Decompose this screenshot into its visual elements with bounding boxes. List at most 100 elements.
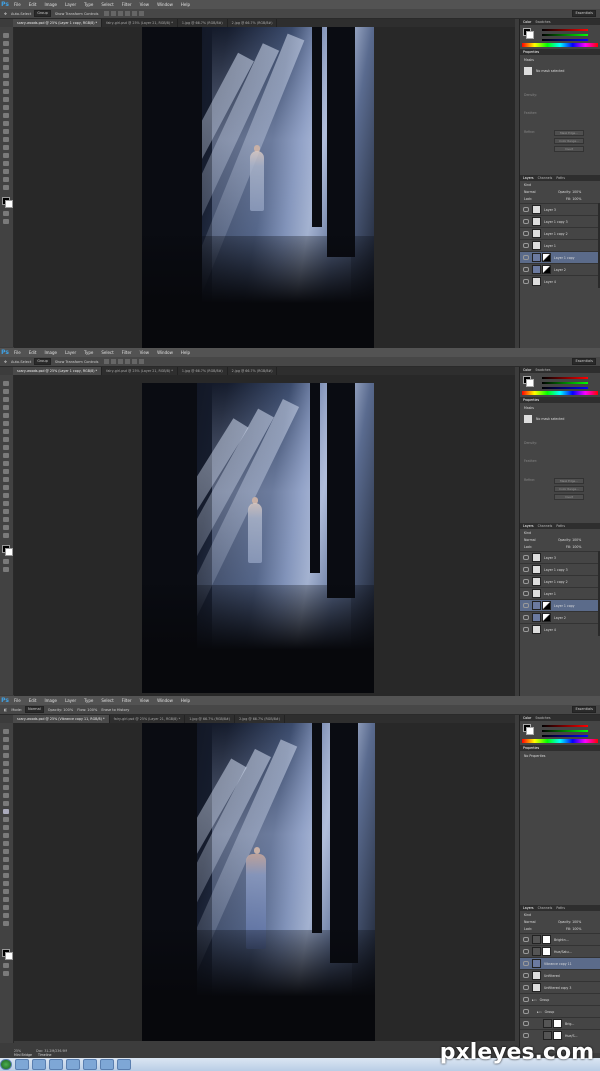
- tab-2-jpg[interactable]: 2.jpg @ 66.7% (RGB/8#): [228, 367, 278, 375]
- color-range-button[interactable]: Color Range...: [554, 486, 584, 492]
- eye-icon[interactable]: [523, 279, 529, 284]
- tab-2-jpg[interactable]: 2.jpg @ 66.7% (RGB/8#): [235, 715, 285, 723]
- canvas-area[interactable]: [14, 27, 515, 348]
- layer-row[interactable]: Layer 1: [520, 239, 600, 251]
- transform-controls-checkbox[interactable]: Show Transform Controls: [55, 12, 99, 16]
- menu-view[interactable]: View: [136, 0, 154, 9]
- eye-icon[interactable]: [523, 591, 529, 596]
- layer-row[interactable]: Brightn...: [520, 933, 600, 945]
- menu-select[interactable]: Select: [97, 0, 117, 9]
- menu-help[interactable]: Help: [177, 348, 194, 357]
- lasso-tool-icon[interactable]: [3, 49, 9, 54]
- layer-row-selected[interactable]: Layer 1 copy: [520, 599, 600, 611]
- transform-controls-checkbox[interactable]: Show Transform Controls: [55, 360, 99, 364]
- healing-tool-icon[interactable]: [3, 81, 9, 86]
- pen-tool-icon[interactable]: [3, 145, 9, 150]
- eye-icon[interactable]: [523, 555, 529, 560]
- layer-row[interactable]: Layer 2: [520, 611, 600, 623]
- marquee-tool-icon[interactable]: [3, 389, 9, 394]
- flow-field[interactable]: Flow: 100%: [77, 708, 97, 712]
- menu-layer[interactable]: Layer: [61, 696, 80, 705]
- layer-row[interactable]: Layer 1 copy 3: [520, 215, 600, 227]
- dodge-tool-icon[interactable]: [3, 833, 9, 838]
- eye-icon[interactable]: [523, 255, 529, 260]
- filter-kind-dropdown[interactable]: Kind: [524, 183, 531, 187]
- marquee-tool-icon[interactable]: [3, 41, 9, 46]
- taskbar-app-icon[interactable]: [117, 1059, 131, 1070]
- layer-row[interactable]: Unfiltered copy 3: [520, 981, 600, 993]
- layer-row-selected[interactable]: Layer 1 copy: [520, 251, 600, 263]
- layer-row[interactable]: Layer 1 copy 3: [520, 563, 600, 575]
- opacity-field[interactable]: Opacity: 100%: [558, 190, 581, 194]
- healing-tool-icon[interactable]: [3, 429, 9, 434]
- layer-row[interactable]: Layer 2: [520, 263, 600, 275]
- lasso-tool-icon[interactable]: [3, 745, 9, 750]
- eraser-tool-icon[interactable]: [3, 461, 9, 466]
- document-canvas[interactable]: [142, 27, 374, 348]
- tab-scary-woods[interactable]: scary-woods.psd @ 25% (Layer 1 copy, RGB…: [13, 367, 103, 375]
- color-range-button[interactable]: Color Range...: [554, 138, 584, 144]
- invert-button[interactable]: Invert: [554, 494, 584, 500]
- eraser-tool-icon[interactable]: [3, 809, 9, 814]
- taskbar-app-icon[interactable]: [83, 1059, 97, 1070]
- zoom-tool-icon[interactable]: [3, 533, 9, 538]
- tab-1-jpg[interactable]: 1.jpg @ 66.7% (RGB/8#): [185, 715, 236, 723]
- dodge-tool-icon[interactable]: [3, 137, 9, 142]
- blur-tool-icon[interactable]: [3, 825, 9, 830]
- path-select-tool-icon[interactable]: [3, 857, 9, 862]
- workspace-dropdown[interactable]: Essentials: [572, 706, 596, 713]
- layer-row[interactable]: Hue/Satu...: [520, 945, 600, 957]
- eye-icon[interactable]: [523, 627, 529, 632]
- taskbar-app-icon[interactable]: [15, 1059, 29, 1070]
- blur-tool-icon[interactable]: [3, 477, 9, 482]
- blend-mode-dropdown[interactable]: Normal: [524, 538, 536, 542]
- menu-window[interactable]: Window: [153, 348, 177, 357]
- mode-dropdown[interactable]: Normal: [25, 706, 44, 713]
- layer-row[interactable]: Layer 3: [520, 551, 600, 563]
- layer-group-row[interactable]: ▸▭ Group: [520, 993, 600, 1005]
- mask-edge-button[interactable]: Mask Edge...: [554, 130, 584, 136]
- stamp-tool-icon[interactable]: [3, 445, 9, 450]
- menu-view[interactable]: View: [136, 696, 154, 705]
- path-select-tool-icon[interactable]: [3, 161, 9, 166]
- brush-tool-icon[interactable]: [3, 785, 9, 790]
- auto-select-checkbox[interactable]: Auto-Select: [11, 12, 31, 16]
- align-icons[interactable]: [104, 11, 145, 16]
- color-panel[interactable]: [520, 721, 600, 745]
- eye-icon[interactable]: [523, 267, 529, 272]
- crop-tool-icon[interactable]: [3, 413, 9, 418]
- document-canvas[interactable]: [142, 383, 374, 693]
- tab-fairy-girl[interactable]: fairy-girl.psd @ 25% (Layer 21, RGB/8) *: [110, 715, 186, 723]
- move-tool-icon[interactable]: [3, 381, 9, 386]
- move-tool-icon[interactable]: ✥: [4, 12, 7, 16]
- menu-type[interactable]: Type: [80, 0, 97, 9]
- color-panel[interactable]: [520, 373, 600, 397]
- quick-mask-icon[interactable]: [3, 559, 9, 564]
- eye-icon[interactable]: [523, 1009, 529, 1014]
- menu-type[interactable]: Type: [80, 348, 97, 357]
- eye-icon[interactable]: [523, 1021, 529, 1026]
- type-tool-icon[interactable]: [3, 153, 9, 158]
- eraser-tool-icon[interactable]: [3, 113, 9, 118]
- move-tool-icon[interactable]: ✥: [4, 360, 7, 364]
- menu-select[interactable]: Select: [97, 696, 117, 705]
- layer-row[interactable]: Layer 4: [520, 623, 600, 635]
- document-canvas[interactable]: [142, 723, 375, 1041]
- crop-tool-icon[interactable]: [3, 761, 9, 766]
- eyedropper-tool-icon[interactable]: [3, 73, 9, 78]
- shape-tool-icon[interactable]: [3, 865, 9, 870]
- auto-select-dropdown[interactable]: Group: [34, 10, 51, 17]
- eye-icon[interactable]: [523, 997, 529, 1002]
- blend-mode-dropdown[interactable]: Normal: [524, 190, 536, 194]
- history-brush-tool-icon[interactable]: [3, 801, 9, 806]
- note-tool-icon[interactable]: [3, 905, 9, 910]
- pen-tool-icon[interactable]: [3, 493, 9, 498]
- layer-group-row[interactable]: ▸▭ Group: [520, 1005, 600, 1017]
- taskbar-app-icon[interactable]: [66, 1059, 80, 1070]
- workspace-dropdown[interactable]: Essentials: [572, 358, 596, 365]
- fill-field[interactable]: Fill: 100%: [566, 927, 581, 931]
- auto-select-dropdown[interactable]: Group: [34, 358, 51, 365]
- eye-icon[interactable]: [523, 579, 529, 584]
- menu-layer[interactable]: Layer: [61, 348, 80, 357]
- shape-tool-icon[interactable]: [3, 169, 9, 174]
